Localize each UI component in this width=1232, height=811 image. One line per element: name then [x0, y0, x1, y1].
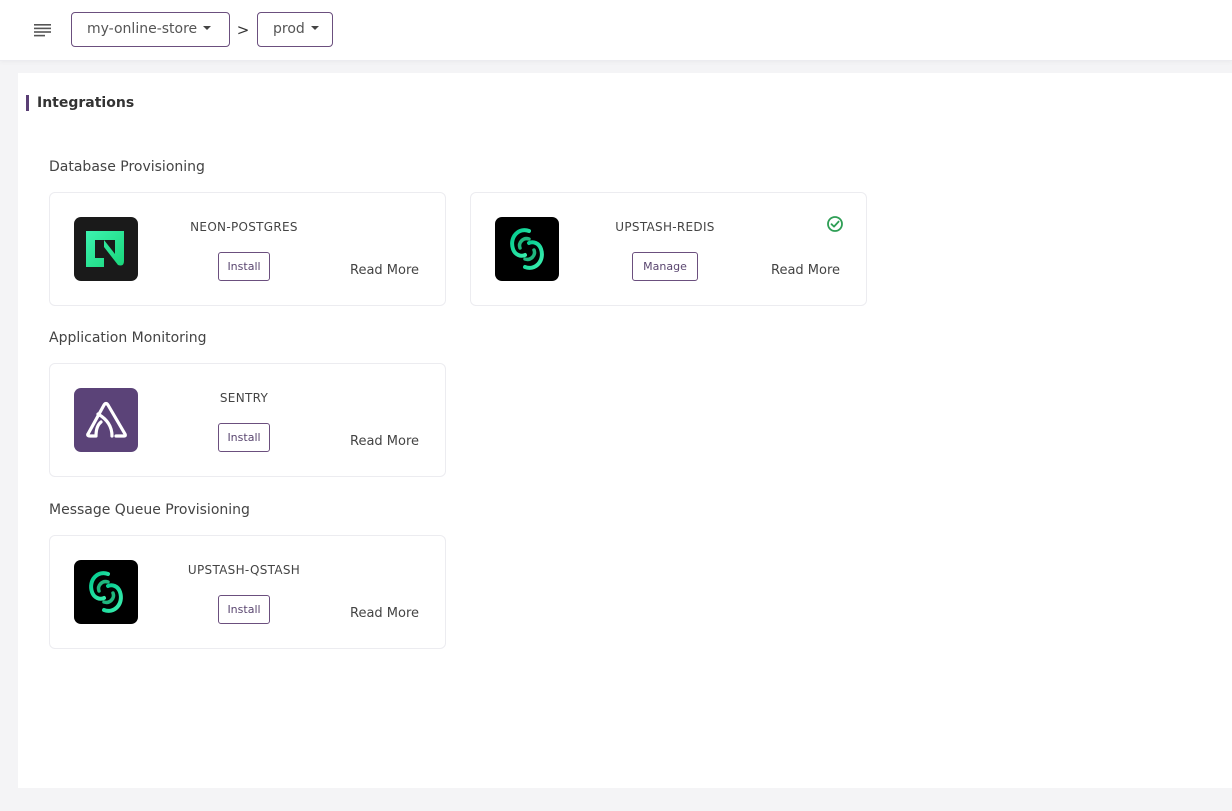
upstash-logo — [74, 560, 138, 624]
manage-button[interactable]: Manage — [632, 252, 698, 281]
project-selector[interactable]: my-online-store — [71, 12, 230, 47]
read-more-link[interactable]: Read More — [350, 434, 419, 450]
sentry-logo — [74, 388, 138, 452]
caret-down-icon — [203, 26, 212, 30]
top-bar: my-online-store > prod — [0, 0, 1232, 61]
environment-selector-label: prod — [273, 21, 305, 37]
integration-name: SENTRY — [219, 391, 269, 405]
read-more-link[interactable]: Read More — [771, 263, 840, 279]
install-button[interactable]: Install — [218, 252, 270, 281]
read-more-link[interactable]: Read More — [350, 606, 419, 622]
integration-name: UPSTASH-REDIS — [615, 220, 715, 234]
integration-card-sentry: SENTRY Install Read More — [49, 363, 446, 477]
integration-name: UPSTASH-QSTASH — [187, 563, 301, 577]
integration-card-upstash-redis: UPSTASH-REDIS Manage Read More — [470, 192, 867, 306]
integration-card-upstash-qstash: UPSTASH-QSTASH Install Read More — [49, 535, 446, 649]
breadcrumb-separator: > — [236, 21, 250, 39]
install-button[interactable]: Install — [218, 595, 270, 624]
upstash-logo — [495, 217, 559, 281]
section-title-message-queue-provisioning: Message Queue Provisioning — [49, 502, 250, 518]
section-title-database-provisioning: Database Provisioning — [49, 159, 205, 175]
integration-card-neon-postgres: NEON-POSTGRES Install Read More — [49, 192, 446, 306]
section-title-application-monitoring: Application Monitoring — [49, 330, 207, 346]
environment-selector[interactable]: prod — [257, 12, 333, 47]
neon-logo — [74, 217, 138, 281]
check-circle-icon — [826, 215, 844, 233]
integration-name: NEON-POSTGRES — [190, 220, 298, 234]
hamburger-menu-icon[interactable] — [30, 20, 54, 40]
caret-down-icon — [310, 26, 319, 30]
main-content: Integrations Database Provisioning NEON-… — [18, 73, 1232, 788]
read-more-link[interactable]: Read More — [350, 263, 419, 279]
project-selector-label: my-online-store — [87, 21, 198, 37]
install-button[interactable]: Install — [218, 423, 270, 452]
page-title: Integrations — [26, 95, 134, 111]
